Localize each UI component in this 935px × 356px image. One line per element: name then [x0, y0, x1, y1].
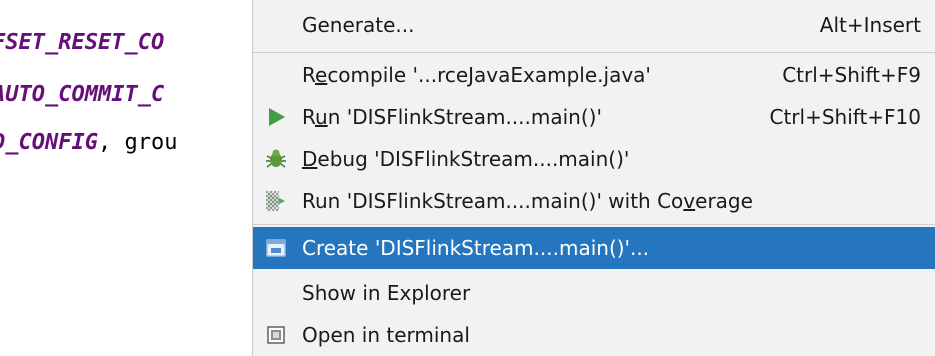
menu-item-label: Create 'DISFlinkStream....main()'...: [302, 236, 650, 260]
menu-item-open-in-terminal[interactable]: Open in terminal: [253, 314, 935, 356]
coverage-icon: [263, 188, 289, 214]
code-line-3: D_CONFIG, grou: [0, 130, 177, 155]
menu-item-label: Run 'DISFlinkStream....main()' with Cove…: [302, 189, 753, 213]
menu-item-label: Open in terminal: [302, 323, 470, 347]
code-constant: FSET_RESET_CO: [0, 30, 165, 55]
menu-item-debug[interactable]: Debug 'DISFlinkStream....main()': [253, 138, 935, 180]
code-constant: D_CONFIG: [0, 130, 98, 155]
code-text: , grou: [97, 130, 178, 155]
menu-separator: [253, 224, 935, 225]
code-line-1: FSET_RESET_CO: [0, 30, 164, 55]
menu-item-show-in-explorer[interactable]: Show in Explorer: [253, 272, 935, 314]
menu-item-create-configuration[interactable]: Create 'DISFlinkStream....main()'...: [253, 227, 935, 269]
code-constant: AUTO_COMMIT_C: [0, 82, 165, 107]
code-editor: FSET_RESET_CO AUTO_COMMIT_C D_CONFIG, gr…: [0, 0, 260, 356]
menu-item-generate[interactable]: Generate... Alt+Insert: [253, 4, 935, 46]
menu-item-recompile[interactable]: Recompile '...rceJavaExample.java' Ctrl+…: [253, 54, 935, 96]
context-menu: Generate... Alt+Insert Recompile '...rce…: [252, 0, 935, 356]
code-line-2: AUTO_COMMIT_C: [0, 82, 164, 107]
menu-item-shortcut: Ctrl+Shift+F10: [769, 105, 921, 129]
terminal-icon: [263, 322, 289, 348]
run-icon: [263, 104, 289, 130]
menu-item-label: Show in Explorer: [302, 281, 471, 305]
menu-item-run-with-coverage[interactable]: Run 'DISFlinkStream....main()' with Cove…: [253, 180, 935, 222]
menu-separator: [253, 52, 935, 53]
create-config-icon: [263, 235, 289, 261]
menu-item-label: Debug 'DISFlinkStream....main()': [302, 147, 630, 171]
debug-icon: [263, 146, 289, 172]
menu-item-label: Generate...: [302, 13, 415, 37]
menu-item-run[interactable]: Run 'DISFlinkStream....main()' Ctrl+Shif…: [253, 96, 935, 138]
menu-item-shortcut: Ctrl+Shift+F9: [782, 63, 921, 87]
menu-item-label: Run 'DISFlinkStream....main()': [302, 105, 602, 129]
menu-item-shortcut: Alt+Insert: [819, 13, 921, 37]
menu-item-label: Recompile '...rceJavaExample.java': [302, 63, 651, 87]
